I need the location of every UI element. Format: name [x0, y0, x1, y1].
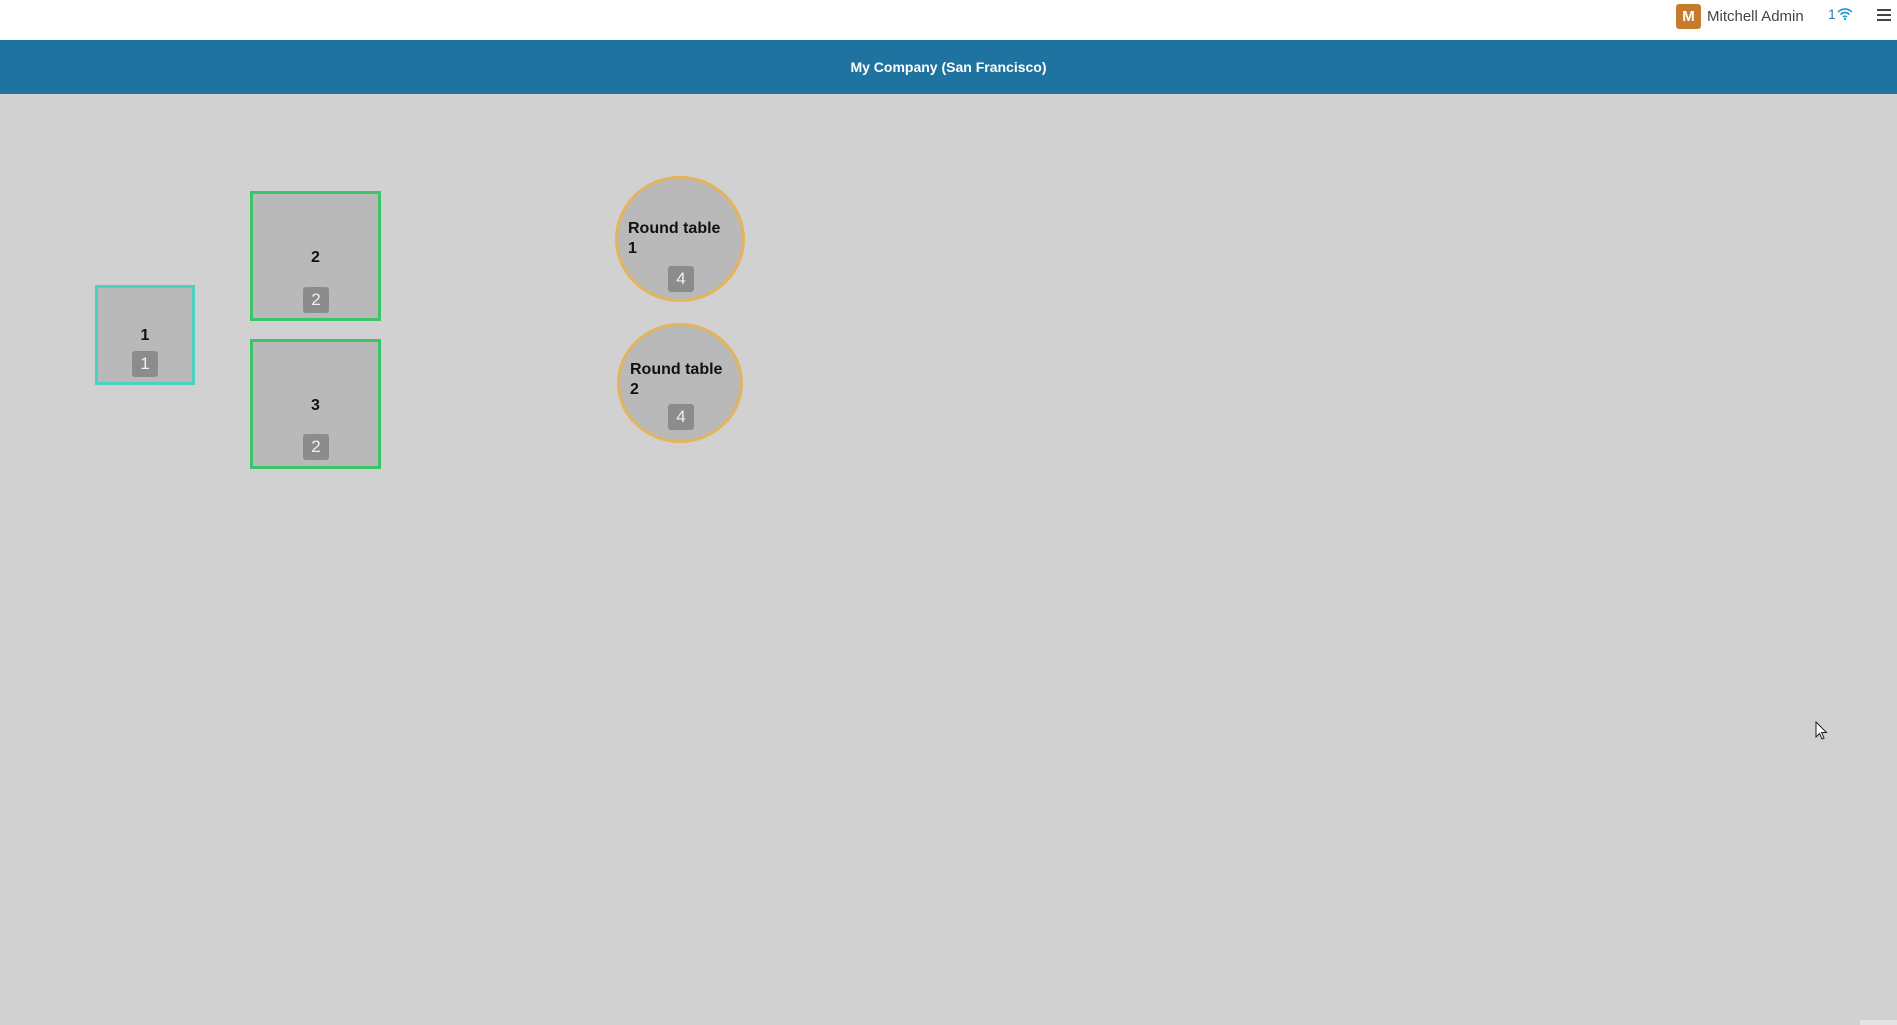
- corner-widget: [1860, 1020, 1897, 1025]
- wifi-icon: [1837, 8, 1853, 21]
- seat-count-badge: 2: [303, 287, 329, 313]
- seat-count-badge: 1: [132, 351, 158, 377]
- seat-count-badge: 4: [668, 404, 694, 430]
- hamburger-icon[interactable]: [1877, 6, 1893, 26]
- seat-count-badge: 4: [668, 266, 694, 292]
- sync-count: 1: [1828, 6, 1836, 22]
- table-name: 2: [311, 249, 320, 266]
- table-name: 3: [311, 397, 320, 414]
- table-name: 1: [140, 327, 150, 344]
- round-table-2[interactable]: Round table 2 4: [617, 323, 743, 443]
- user-menu[interactable]: M Mitchell Admin: [1676, 3, 1804, 29]
- round-table-1[interactable]: Round table 1 4: [615, 176, 745, 302]
- table-name: Round table 1: [628, 220, 721, 257]
- user-name: Mitchell Admin: [1707, 7, 1804, 25]
- company-title: My Company (San Francisco): [850, 59, 1047, 75]
- table-2[interactable]: 2 2: [250, 191, 381, 321]
- floor-plan: 1 1 2 2 3 2 Round table 1 4 Round table …: [0, 94, 1897, 1025]
- table-name: Round table 2: [630, 361, 723, 398]
- sync-status[interactable]: 1: [1828, 6, 1853, 22]
- top-bar: M Mitchell Admin 1: [0, 0, 1897, 40]
- mouse-cursor-icon: [1815, 721, 1828, 740]
- table-1[interactable]: 1 1: [95, 285, 195, 385]
- table-3[interactable]: 3 2: [250, 339, 381, 469]
- seat-count-badge: 2: [303, 434, 329, 460]
- avatar: M: [1676, 3, 1701, 29]
- header: My Company (San Francisco): [0, 40, 1897, 94]
